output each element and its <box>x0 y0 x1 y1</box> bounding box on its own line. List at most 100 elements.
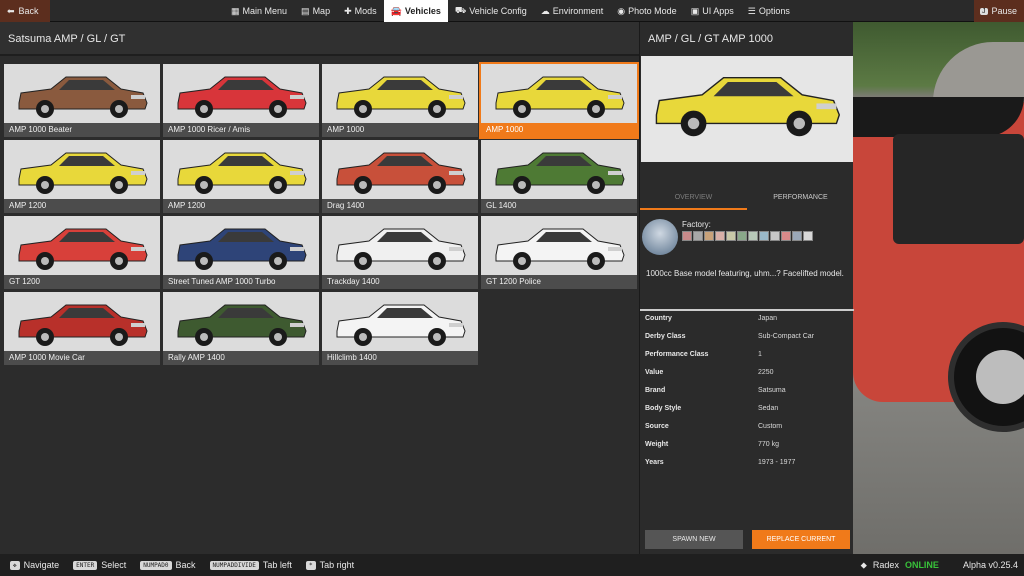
scene-road <box>933 42 1024 102</box>
vehicle-tile[interactable]: Trackday 1400 <box>322 216 478 289</box>
pause-button[interactable]: J Pause <box>974 0 1024 22</box>
spec-key: Body Style <box>645 405 682 412</box>
nav-icon: ▤ <box>301 5 310 16</box>
spec-value: Sub-Compact Car <box>758 333 815 340</box>
car-front-hub <box>592 181 600 189</box>
paint-swatch[interactable] <box>715 231 725 241</box>
factory-label: Factory: <box>682 220 711 229</box>
spec-key: Value <box>645 369 664 376</box>
vehicle-tile-label: AMP 1200 <box>163 199 319 213</box>
vehicle-tile[interactable]: AMP 1000 <box>479 62 639 139</box>
spec-key: Source <box>645 423 669 430</box>
paint-swatch[interactable] <box>737 231 747 241</box>
car-front-hub <box>115 181 123 189</box>
car-thumbnail-icon <box>495 152 625 194</box>
vehicle-description: 1000cc Base model featuring, uhm...? Fac… <box>646 269 844 278</box>
vehicle-tile[interactable]: AMP 1200 <box>163 140 319 213</box>
paint-swatch[interactable] <box>704 231 714 241</box>
vehicle-tile[interactable]: Drag 1400 <box>322 140 478 213</box>
car-front-hub <box>274 181 282 189</box>
user-icon: ⬥ <box>860 559 867 570</box>
vehicle-tile[interactable]: AMP 1000 Beater <box>4 64 160 137</box>
paint-swatch[interactable] <box>781 231 791 241</box>
nav-label: Map <box>312 6 331 16</box>
scene-car-roof <box>853 97 1024 137</box>
paint-swatch[interactable] <box>682 231 692 241</box>
key-icon: * <box>305 560 316 570</box>
nav-icon: ◉ <box>617 5 626 16</box>
car-rear-hub <box>41 105 49 113</box>
vehicle-tile[interactable]: GT 1200 Police <box>481 216 637 289</box>
vehicle-tile[interactable]: Hillclimb 1400 <box>322 292 478 365</box>
nav-icon: ⛟ <box>454 5 467 15</box>
car-rear-hub <box>359 333 367 341</box>
username: Radex <box>872 560 899 570</box>
input-hints: ✥ Navigate ENTER Select NUMPAD0 Back NUMPADDIV… <box>10 560 368 570</box>
car-bumper <box>290 247 304 251</box>
vehicle-list-title: Satsuma AMP / GL / GT <box>0 22 639 56</box>
nav-mods[interactable]: ✚ Mods <box>337 0 384 22</box>
nav-environment[interactable]: ☁ Environment <box>534 0 611 22</box>
paint-swatch[interactable] <box>803 231 813 241</box>
nav-label: Main Menu <box>242 6 288 16</box>
car-thumbnail-icon <box>18 228 148 270</box>
hint-label: Tab right <box>319 560 355 570</box>
spec-value: Custom <box>758 423 783 430</box>
nav-ui-apps[interactable]: ▣ UI Apps <box>684 0 741 22</box>
game-scene-view <box>853 22 1024 554</box>
car-thumbnail-icon <box>177 76 307 118</box>
car-rear-hub <box>359 257 367 265</box>
vehicle-tile-label: GT 1200 Police <box>481 275 637 289</box>
vehicle-tile-label: Hillclimb 1400 <box>322 351 478 365</box>
vehicle-tile-label: AMP 1000 <box>481 123 637 137</box>
car-thumbnail-icon <box>336 228 466 270</box>
spawn-new-button[interactable]: SPAWN NEW <box>645 530 743 549</box>
vehicle-tile[interactable]: GT 1200 <box>4 216 160 289</box>
tab-performance[interactable]: PERFORMANCE <box>747 186 854 210</box>
spec-row: Years 1973 - 1977 <box>645 459 849 471</box>
paint-swatch[interactable] <box>770 231 780 241</box>
nav-label: Photo Mode <box>628 6 677 16</box>
vehicle-tile[interactable]: AMP 1000 Movie Car <box>4 292 160 365</box>
paint-swatch[interactable] <box>748 231 758 241</box>
back-button[interactable]: ⬅ Back <box>0 0 50 22</box>
spec-row: Brand Satsuma <box>645 387 849 399</box>
vehicle-tile[interactable]: GL 1400 <box>481 140 637 213</box>
tab-overview[interactable]: OVERVIEW <box>640 186 747 210</box>
main-nav: ▦ Main Menu ▤ Map ✚ Mods 🚘 Vehicles ⛟ Vehicle Con… <box>224 0 797 22</box>
vehicle-tile[interactable]: Rally AMP 1400 <box>163 292 319 365</box>
status-area: ⬥ Radex ONLINE Alpha v0.25.4 <box>861 554 1018 576</box>
nav-main-menu[interactable]: ▦ Main Menu <box>224 0 294 22</box>
vehicle-tile[interactable]: Street Tuned AMP 1000 Turbo <box>163 216 319 289</box>
nav-icon: ✚ <box>344 5 352 16</box>
paint-swatch[interactable] <box>792 231 802 241</box>
paint-swatch[interactable] <box>726 231 736 241</box>
vehicle-tile-label: AMP 1000 Beater <box>4 123 160 137</box>
paint-swatch[interactable] <box>759 231 769 241</box>
vehicle-tile[interactable]: AMP 1000 Ricer / Amis <box>163 64 319 137</box>
car-front-hub <box>793 117 805 130</box>
nav-map[interactable]: ▤ Map <box>294 0 337 22</box>
nav-options[interactable]: ☰ Options <box>741 0 797 22</box>
spec-value: Satsuma <box>758 387 786 394</box>
nav-photo-mode[interactable]: ◉ Photo Mode <box>610 0 683 22</box>
vehicle-tile-label: GT 1200 <box>4 275 160 289</box>
pause-label: Pause <box>991 6 1018 16</box>
vehicle-tile[interactable]: AMP 1200 <box>4 140 160 213</box>
nav-vehicles[interactable]: 🚘 Vehicles <box>383 0 448 22</box>
bottom-bar: ✥ Navigate ENTER Select NUMPAD0 Back NUMPADDIV… <box>0 554 1024 576</box>
car-rear-hub <box>200 181 208 189</box>
car-front-hub <box>115 105 123 113</box>
car-front-hub <box>433 105 441 113</box>
car-front-hub <box>433 333 441 341</box>
hint-label: Back <box>175 560 196 570</box>
spec-key: Years <box>645 459 664 466</box>
nav-label: Vehicle Config <box>469 6 527 16</box>
nav-vehicle-config[interactable]: ⛟ Vehicle Config <box>448 0 534 22</box>
replace-current-button[interactable]: REPLACE CURRENT <box>752 530 850 549</box>
car-thumbnail-icon <box>336 152 466 194</box>
car-bumper <box>449 95 463 99</box>
vehicle-tile[interactable]: AMP 1000 <box>322 64 478 137</box>
vehicle-tile-label: AMP 1000 Movie Car <box>4 351 160 365</box>
paint-swatch[interactable] <box>693 231 703 241</box>
